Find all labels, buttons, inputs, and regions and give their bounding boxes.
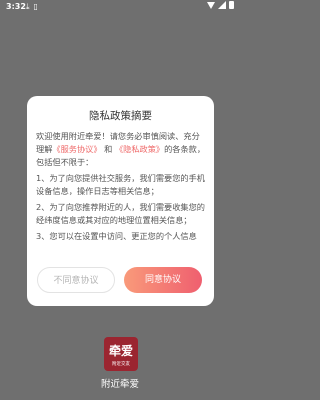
privacy-dialog: 隐私政策摘要 欢迎使用附近牵爱！请您务必审慎阅读、充分理解《服务协议》 和 《隐… bbox=[27, 96, 214, 306]
sim-icon: ▯ bbox=[33, 2, 38, 11]
dialog-body[interactable]: 欢迎使用附近牵爱！请您务必审慎阅读、充分理解《服务协议》 和 《隐私政策》的各条… bbox=[36, 130, 206, 256]
wifi-icon bbox=[207, 1, 215, 9]
service-agreement-link[interactable]: 《服务协议》 bbox=[52, 144, 101, 154]
disagree-button[interactable]: 不同意协议 bbox=[37, 267, 115, 293]
agree-button[interactable]: 同意协议 bbox=[124, 267, 202, 293]
app-name: 附近牵爱 bbox=[100, 379, 139, 390]
dialog-intro: 欢迎使用附近牵爱！请您务必审慎阅读、充分理解《服务协议》 和 《隐私政策》的各条… bbox=[36, 131, 206, 167]
privacy-policy-link[interactable]: 《隐私政策》 bbox=[115, 144, 164, 154]
app-logo: 牵爱 附近交友 bbox=[104, 337, 138, 371]
signal-icon bbox=[218, 1, 226, 9]
battery-icon bbox=[229, 1, 234, 9]
download-icon: ⤓ bbox=[26, 2, 30, 11]
status-bar: 3:32 ⤓ ▯ bbox=[0, 0, 240, 14]
policy-item-2: 2、为了向您推荐附近的人，我们需要收集您的经纬度信息或其对应的地理位置相关信息； bbox=[36, 202, 205, 225]
status-time: 3:32 bbox=[6, 2, 26, 11]
dialog-title: 隐私政策摘要 bbox=[89, 110, 152, 122]
policy-item-1: 1、为了向您提供社交服务，我们需要您的手机设备信息，操作日志等相关信息； bbox=[36, 173, 205, 196]
